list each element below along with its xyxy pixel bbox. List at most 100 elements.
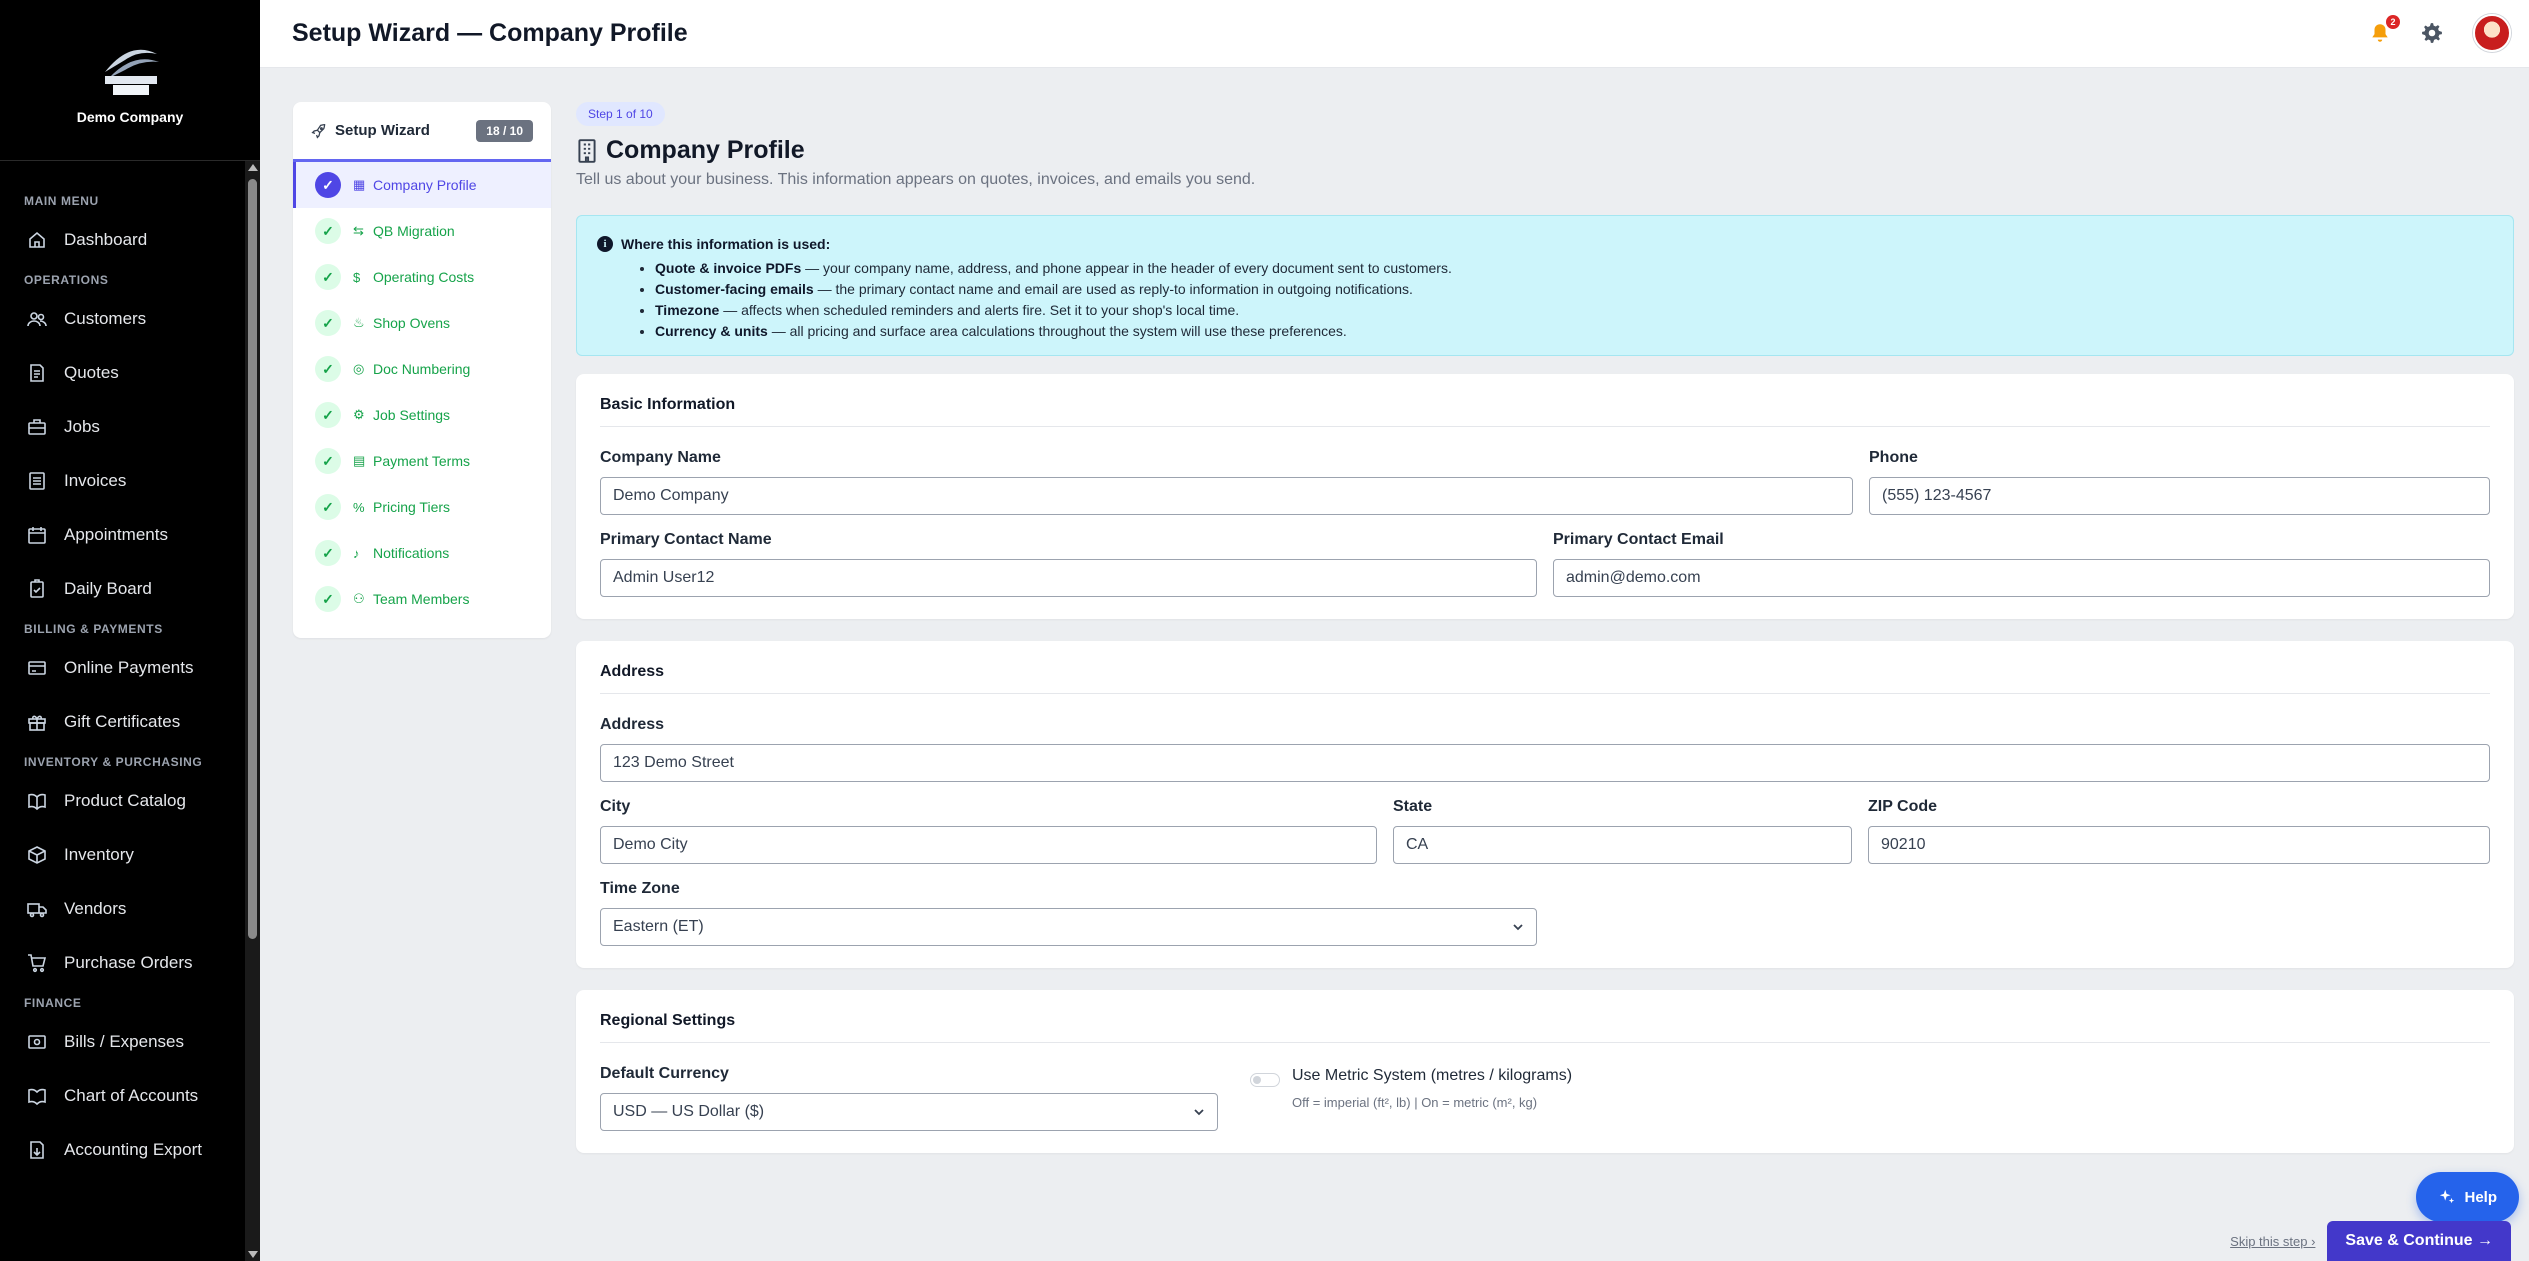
chevron-down-icon [1194,1109,1204,1116]
sidebar-item-dashboard[interactable]: Dashboard [0,213,245,267]
scroll-down-arrow-icon[interactable] [248,1251,258,1258]
wizard-step-company-profile[interactable]: ✓ ▦ Company Profile [293,162,551,208]
info-item-title: Customer-facing emails [655,281,814,297]
wizard-step-doc-numbering[interactable]: ✓ ◎ Doc Numbering [293,346,551,392]
wizard-step-pricing-tiers[interactable]: ✓ % Pricing Tiers [293,484,551,530]
step-badge: Step 1 of 10 [576,102,665,126]
wizard-step-shop-ovens[interactable]: ✓ ♨ Shop Ovens [293,300,551,346]
skip-step-link[interactable]: Skip this step › [2230,1234,2315,1249]
sidebar-item-accounting-export[interactable]: Accounting Export [0,1123,245,1177]
sidebar-item-label: Gift Certificates [64,712,181,731]
sidebar-item-gift-certificates[interactable]: Gift Certificates [0,695,245,749]
check-circle-icon: ✓ [315,264,341,290]
scroll-up-arrow-icon[interactable] [248,164,258,171]
sidebar-item-vendors[interactable]: Vendors [0,882,245,936]
sidebar-section-finance: FINANCE [24,996,82,1010]
sidebar-item-daily-board[interactable]: Daily Board [0,562,245,616]
zip-code-label: ZIP Code [1868,798,1938,815]
settings-button[interactable] [2421,22,2443,44]
basic-information-card: Basic Information Company Name Demo Comp… [576,374,2514,619]
default-currency-select[interactable]: USD — US Dollar ($) [600,1093,1218,1131]
sidebar-item-online-payments[interactable]: Online Payments [0,641,245,695]
sidebar-scrollbar-thumb[interactable] [248,179,257,939]
sidebar-item-label: Vendors [64,899,127,918]
sidebar-item-appointments[interactable]: Appointments [0,508,245,562]
zip-code-input[interactable]: 90210 [1868,826,2490,864]
wizard-step-label: Notifications [373,545,450,561]
sidebar-item-customers[interactable]: Customers [0,292,245,346]
sidebar-item-label: Jobs [64,417,100,436]
wizard-step-operating-costs[interactable]: ✓ $ Operating Costs [293,254,551,300]
wizard-step-label: Pricing Tiers [373,499,451,515]
company-logo[interactable] [95,35,165,101]
company-name-label: Company Name [600,449,721,466]
briefcase-icon [26,416,48,438]
sidebar-section-billing: BILLING & PAYMENTS [24,622,163,636]
company-name-input[interactable]: Demo Company [600,477,1853,515]
save-continue-label: Save & Continue → [2345,1232,2493,1249]
notifications-button[interactable]: 2 [2369,15,2400,44]
sidebar-item-product-catalog[interactable]: Product Catalog [0,774,245,828]
help-label: Help [2464,1188,2497,1206]
hierarchy-icon: ⚙ [353,407,365,422]
flame-icon: ♨ [353,315,365,330]
page-title: Setup Wizard — Company Profile [292,19,688,47]
book-icon [26,790,48,812]
help-button[interactable]: Help [2416,1172,2519,1222]
primary-contact-name-input[interactable]: Admin User12 [600,559,1537,597]
default-currency-label: Default Currency [600,1065,729,1082]
wizard-steps-panel: Setup Wizard 18 / 10 ✓ ▦ Company Profile… [293,102,551,638]
sidebar-item-jobs[interactable]: Jobs [0,400,245,454]
sidebar-company-name: Demo Company [76,109,184,125]
save-continue-button[interactable]: Save & Continue → [2327,1221,2511,1261]
sidebar-item-label: Chart of Accounts [64,1086,199,1105]
sidebar-item-invoices[interactable]: Invoices [0,454,245,508]
wizard-label: Setup Wizard [335,122,430,139]
wizard-steps-header: Setup Wizard 18 / 10 [293,102,551,162]
section-heading: Company Profile [576,136,2514,165]
primary-contact-email-input[interactable]: admin@demo.com [1553,559,2490,597]
sidebar-item-inventory[interactable]: Inventory [0,828,245,882]
info-list-item: Quote & invoice PDFs — your company name… [655,258,2493,279]
home-icon [26,229,48,251]
wizard-step-notifications[interactable]: ✓ ♪ Notifications [293,530,551,576]
check-circle-icon: ✓ [315,356,341,382]
wizard-step-job-settings[interactable]: ✓ ⚙ Job Settings [293,392,551,438]
sidebar-item-chart-of-accounts[interactable]: Chart of Accounts [0,1069,245,1123]
sidebar-item-quotes[interactable]: Quotes [0,346,245,400]
wizard-step-team-members[interactable]: ✓ ⚇ Team Members [293,576,551,622]
address-card: Address Address 123 Demo Street City Dem… [576,641,2514,968]
sidebar-item-label: Daily Board [64,579,152,598]
user-avatar[interactable] [2473,14,2511,52]
hash-icon: ◎ [353,361,365,376]
info-icon: i [597,236,613,252]
info-item-text: — affects when scheduled reminders and a… [719,302,1240,318]
phone-label: Phone [1869,449,1918,466]
time-zone-select[interactable]: Eastern (ET) [600,908,1537,946]
city-input[interactable]: Demo City [600,826,1377,864]
info-item-title: Quote & invoice PDFs [655,260,802,276]
sidebar-item-bills-expenses[interactable]: Bills / Expenses [0,1015,245,1069]
gift-icon [26,711,48,733]
receipt-icon [26,470,48,492]
sidebar-item-purchase-orders[interactable]: Purchase Orders [0,936,245,990]
state-input[interactable]: CA [1393,826,1852,864]
document-icon: ▤ [353,453,366,468]
phone-input[interactable]: (555) 123-4567 [1869,477,2490,515]
info-item-title: Currency & units [655,323,768,339]
time-zone-value: Eastern (ET) [613,918,704,935]
sidebar-scrollbar[interactable] [245,161,260,1261]
main-content: Step 1 of 10 Company Profile Tell us abo… [576,102,2514,1153]
wizard-step-label: Operating Costs [373,269,475,285]
sidebar: Demo Company MAIN MENU Dashboard OPERATI… [0,0,260,1261]
address-input[interactable]: 123 Demo Street [600,744,2490,782]
wizard-step-qb-migration[interactable]: ✓ ⇆ QB Migration [293,208,551,254]
percent-icon: % [353,499,365,515]
time-zone-label: Time Zone [600,880,680,897]
credit-card-icon [26,657,48,679]
users-icon [26,308,48,330]
dollar-icon: $ [353,269,361,285]
metric-system-toggle[interactable] [1250,1073,1280,1087]
wizard-step-payment-terms[interactable]: ✓ ▤ Payment Terms [293,438,551,484]
truck-icon [26,898,48,920]
